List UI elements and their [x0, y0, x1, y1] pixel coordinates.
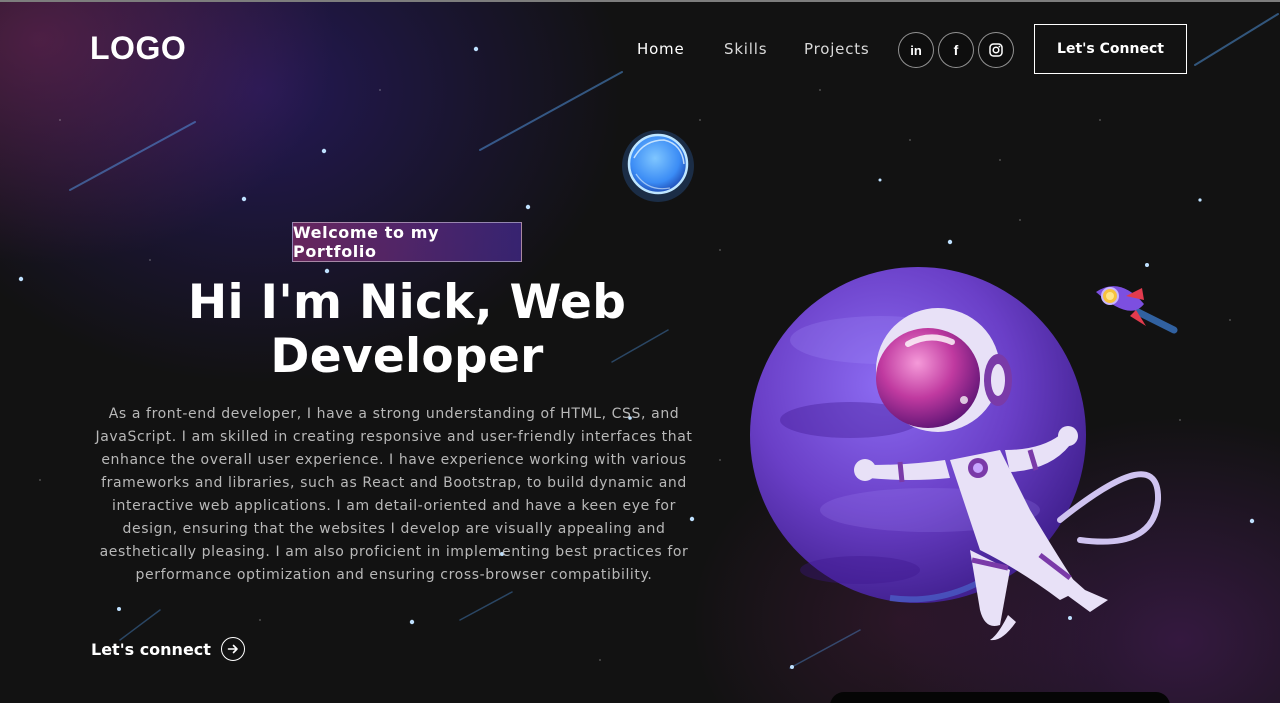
logo[interactable]: LOGO	[90, 30, 186, 67]
lets-connect-button[interactable]: Let's Connect	[1034, 24, 1187, 74]
instagram-icon	[989, 43, 1003, 57]
nav-link-skills[interactable]: Skills	[724, 40, 767, 58]
astronaut-planet-illustration	[750, 267, 1162, 641]
lets-connect-label: Let's connect	[91, 639, 211, 659]
blue-moon-icon	[622, 130, 694, 202]
navbar: LOGO Home Skills Projects in f Let's Con…	[0, 0, 1280, 100]
linkedin-icon: in	[910, 42, 922, 58]
linkedin-button[interactable]: in	[898, 32, 934, 68]
facebook-button[interactable]: f	[938, 32, 974, 68]
bottom-panel-edge	[830, 692, 1170, 703]
hero-description: As a front-end developer, I have a stron…	[95, 406, 693, 583]
instagram-button[interactable]	[978, 32, 1014, 68]
hero-title: Hi I'm Nick, Web Developer	[92, 276, 722, 384]
helmet-visor	[876, 328, 980, 428]
arrow-right-circle-icon	[220, 637, 245, 661]
nav-link-projects[interactable]: Projects	[804, 40, 870, 58]
nav-link-home[interactable]: Home	[637, 40, 685, 58]
hero-title-line2: Developer	[270, 329, 544, 384]
facebook-icon: f	[953, 42, 959, 58]
welcome-tagline: Welcome to my Portfolio	[292, 222, 522, 262]
hero-title-line1: Hi I'm Nick, Web	[187, 275, 627, 330]
lets-connect-link[interactable]: Let's connect	[91, 637, 245, 661]
